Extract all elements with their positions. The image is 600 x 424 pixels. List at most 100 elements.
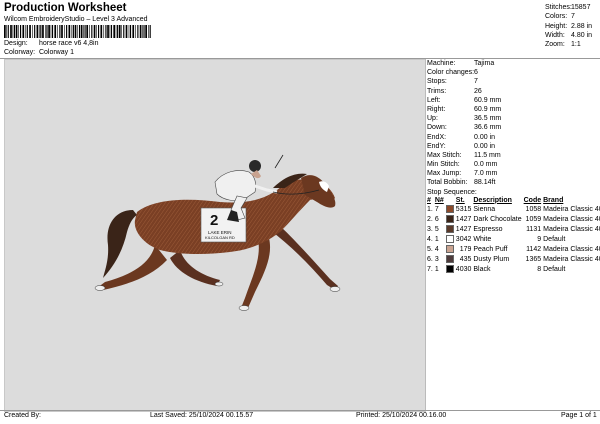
info-label: Right: — [427, 105, 446, 113]
barcode-bar — [123, 25, 125, 38]
barcode-bar — [34, 25, 36, 38]
stop-number: 1. — [427, 206, 433, 214]
barcode-bar — [26, 25, 28, 38]
stat-value: 1:1 — [571, 41, 581, 49]
saddle-number: 2 — [210, 212, 218, 229]
info-row: Trims: 26 — [426, 87, 598, 96]
barcode-bar — [145, 25, 147, 38]
barcode-bar — [12, 25, 14, 38]
stitch-count: 5315 — [455, 206, 472, 214]
thread-code: 1059 — [525, 216, 542, 224]
barcode-bar — [74, 25, 77, 38]
swatch-icon — [445, 214, 454, 223]
info-label: Stops: — [427, 78, 447, 86]
color-swatch — [445, 224, 455, 235]
color-description: Peach Puff — [473, 246, 508, 254]
barcode-bar — [86, 25, 89, 38]
info-label: EndX: — [427, 133, 447, 141]
info-row: Left: 60.9 mm — [426, 96, 598, 105]
barcode-bar — [89, 25, 90, 38]
swatch-icon — [445, 254, 454, 263]
swatch-icon — [445, 264, 454, 273]
stop-row: 7. 1 4030 Black 8 Default — [426, 264, 600, 275]
color-swatch — [445, 264, 455, 275]
color-swatch — [445, 254, 455, 265]
thread-brand: Madeira Classic 40 — [543, 246, 600, 254]
info-value: 26 — [474, 87, 482, 95]
design-value: horse race v6 4,8in — [38, 40, 99, 47]
info-value: 7.0 mm — [474, 170, 498, 178]
info-label: Down: — [427, 124, 447, 132]
info-row: Machine: Tajima — [426, 59, 598, 68]
design-label: Design: — [4, 40, 28, 47]
barcode-bar — [15, 25, 18, 38]
stat-row: Width: 4.80 in — [545, 31, 599, 40]
info-value: 88.14ft — [474, 179, 496, 187]
needle-number: 7 — [434, 206, 439, 214]
barcode-bar — [125, 25, 128, 38]
info-row: Up: 36.5 mm — [426, 114, 598, 123]
barcode-bar — [29, 25, 31, 38]
barcode-bar — [48, 25, 50, 38]
info-value: 36.6 mm — [474, 124, 502, 132]
thread-code: 1365 — [525, 256, 542, 264]
barcode-bar — [96, 25, 97, 38]
col-header: Code — [523, 196, 542, 204]
barcode-bar — [77, 25, 78, 38]
barcode-bar — [109, 25, 111, 38]
info-value: 60.9 mm — [474, 105, 502, 113]
color-description: Dark Chocolate — [473, 216, 522, 224]
barcode-bar — [135, 25, 136, 38]
needle-number: 4 — [434, 246, 439, 254]
info-value: 7 — [474, 78, 478, 86]
stop-row: 1. 7 5315 Sienna 1058 Madeira Classic 40 — [426, 204, 600, 215]
color-swatch — [445, 244, 455, 255]
barcode-bar — [72, 25, 74, 38]
stat-row: Height: 2.88 in — [545, 22, 599, 31]
info-label: Min Stitch: — [427, 161, 460, 169]
info-label: Total Bobbin: — [427, 179, 468, 187]
stat-label: Stitches: — [545, 4, 572, 11]
barcode-bar — [132, 25, 135, 38]
machine-info-panel: Machine: Tajima Color changes:6 Stops: 7 T… — [426, 59, 600, 275]
barcode-bar — [142, 25, 143, 38]
info-row: EndX: 0.00 in — [426, 133, 598, 142]
colorway-value: Colorway 1 — [38, 49, 74, 56]
thread-brand: Madeira Classic 40 — [543, 216, 600, 224]
info-value: 36.5 mm — [474, 115, 502, 123]
colorway-label: Colorway: — [4, 49, 36, 56]
thread-code: 1058 — [525, 206, 542, 214]
stop-number: 3. — [427, 226, 433, 234]
needle-number: 3 — [434, 256, 439, 264]
stat-label: Colors: — [545, 13, 568, 21]
stop-row: 3. 5 1427 Espresso 1131 Madeira Classic 40 — [426, 224, 600, 235]
needle-number: 6 — [434, 216, 439, 224]
barcode-bar — [10, 25, 12, 38]
info-row: Color changes:6 — [426, 68, 598, 77]
barcode-bar — [113, 25, 116, 38]
info-row: EndY: 0.00 in — [426, 142, 598, 151]
barcode-bar — [83, 25, 84, 38]
stat-value: 4.80 in — [571, 31, 593, 39]
barcode-bar — [98, 25, 100, 38]
barcode-bar — [93, 25, 96, 38]
thread-brand: Madeira Classic 40 — [543, 206, 600, 214]
barcode-bar — [117, 25, 119, 38]
info-label: Up: — [427, 115, 438, 123]
barcode-bar — [91, 25, 93, 38]
swatch-icon — [445, 234, 454, 243]
stat-value: 7 — [571, 13, 575, 21]
info-value: 11.5 mm — [474, 151, 501, 159]
needle-number: 1 — [434, 236, 439, 244]
stats-panel: Stitches:15857 Colors: 7 Height: 2.88 in W… — [545, 3, 599, 49]
barcode-bar — [20, 25, 22, 38]
colorway-row: Colorway: Colorway 1 — [4, 49, 74, 56]
color-swatch — [445, 204, 455, 215]
barcode-bar — [80, 25, 83, 38]
stat-row: Stitches:15857 — [545, 3, 599, 12]
stat-row: Colors: 7 — [545, 12, 599, 21]
barcode-bar — [84, 25, 86, 38]
thread-code: 1131 — [526, 226, 542, 234]
barcode-bar — [40, 25, 42, 38]
barcode-bar — [68, 25, 71, 38]
